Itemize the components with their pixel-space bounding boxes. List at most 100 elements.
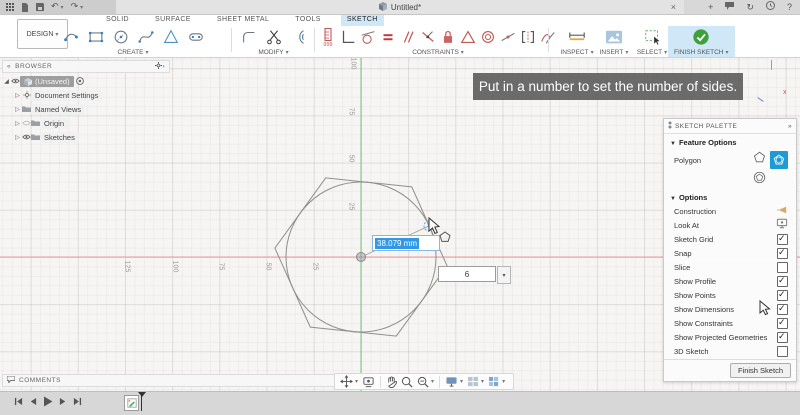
tab-sketch[interactable]: SKETCH (341, 14, 384, 26)
sketch-dimension-icon[interactable]: 999 (318, 26, 338, 48)
inspect-dropdown[interactable]: INSPECT (560, 49, 593, 56)
fillet-tool-icon[interactable] (236, 26, 261, 48)
radius-dimension-value[interactable]: 38.079 mm (375, 238, 419, 249)
modify-dropdown[interactable]: MODIFY (258, 49, 288, 56)
browser-header[interactable]: « BROWSER › (2, 60, 170, 73)
palette-option-3d-sketch[interactable]: 3D Sketch (664, 344, 796, 358)
slice-checkbox[interactable] (777, 262, 788, 273)
skip-to-end-icon[interactable] (73, 397, 82, 406)
concentric-constraint-icon[interactable] (478, 26, 498, 48)
trim-tool-icon[interactable] (261, 26, 286, 48)
browser-item-document-settings[interactable]: ▷ Document Settings (13, 89, 170, 102)
browser-item-origin[interactable]: ▷ Origin (13, 117, 170, 130)
eye-icon[interactable] (22, 134, 31, 142)
activate-radio-icon[interactable] (76, 77, 85, 87)
skip-to-start-icon[interactable] (14, 397, 23, 406)
show-points-checkbox[interactable] (777, 290, 788, 301)
group-finish-sketch[interactable]: FINISH SKETCH (668, 26, 735, 57)
palette-option-sketch-grid[interactable]: Sketch Grid (664, 232, 796, 246)
insert-image-icon[interactable] (602, 26, 627, 48)
collapsed-arrow-icon[interactable]: ▷ (13, 92, 22, 99)
show-constraints-checkbox[interactable] (777, 318, 788, 329)
browser-gear-icon[interactable] (155, 62, 162, 71)
show-dimensions-checkbox[interactable] (777, 304, 788, 315)
app-grid-icon[interactable] (6, 3, 14, 11)
browser-item-sketches[interactable]: ▷ Sketches (13, 131, 170, 144)
finish-sketch-button[interactable]: Finish Sketch (730, 363, 791, 378)
sides-spinner-icon[interactable]: ▾ (497, 266, 511, 284)
collapsed-arrow-icon[interactable]: ▷ (13, 120, 22, 127)
comments-header[interactable]: COMMENTS › (2, 374, 355, 387)
collapse-panel-icon[interactable]: « (7, 63, 11, 70)
tab-surface[interactable]: SURFACE (149, 14, 197, 26)
sketch-grid-checkbox[interactable] (777, 234, 788, 245)
perpendicular-constraint-icon[interactable] (338, 26, 358, 48)
sketch-palette-header[interactable]: SKETCH PALETTE » (664, 119, 796, 134)
comment-bubble-icon[interactable] (725, 0, 734, 14)
finish-sketch-dropdown[interactable]: FINISH SKETCH (674, 49, 729, 56)
pan-icon[interactable] (338, 374, 360, 389)
palette-option-look-at[interactable]: Look At (664, 218, 796, 232)
offset-tool-icon[interactable] (286, 26, 311, 48)
circle-tool-icon[interactable] (108, 26, 133, 48)
polygon-tool-icon[interactable] (158, 26, 183, 48)
grid-settings-icon[interactable] (465, 374, 486, 389)
midpoint-constraint-icon[interactable] (498, 26, 518, 48)
palette-option-snap[interactable]: Snap (664, 246, 796, 260)
constraints-dropdown[interactable]: CONSTRAINTS (412, 49, 464, 56)
orbit-icon[interactable] (360, 374, 377, 389)
sync-icon[interactable]: ↻ (746, 0, 754, 14)
clock-icon[interactable] (766, 0, 775, 14)
palette-option-show-profile[interactable]: Show Profile (664, 274, 796, 288)
timeline-sketch-feature-icon[interactable] (124, 395, 139, 411)
file-menu-icon[interactable] (21, 3, 29, 12)
new-tab-icon[interactable]: + (708, 0, 713, 14)
palette-option-show-projected-geometries[interactable]: Show Projected Geometries (664, 330, 796, 344)
3d-sketch-checkbox[interactable] (777, 346, 788, 357)
step-forward-icon[interactable] (59, 397, 67, 406)
show-projected-geometries-checkbox[interactable] (777, 332, 788, 343)
help-icon[interactable]: ? (787, 0, 792, 14)
step-back-icon[interactable] (29, 397, 37, 406)
line-tool-icon[interactable] (58, 26, 83, 48)
create-dropdown[interactable]: CREATE (118, 49, 149, 56)
save-icon[interactable] (36, 3, 44, 11)
palette-option-slice[interactable]: Slice (664, 260, 796, 274)
eye-icon[interactable] (11, 78, 20, 86)
undo-icon[interactable]: ↶ (51, 0, 64, 15)
palette-option-show-points[interactable]: Show Points (664, 288, 796, 302)
select-box-icon[interactable] (640, 26, 665, 48)
hand-pan-icon[interactable] (384, 374, 399, 389)
zoom-icon[interactable] (399, 374, 415, 389)
coincident-constraint-icon[interactable] (418, 26, 438, 48)
circumscribed-polygon-button[interactable] (770, 151, 788, 169)
select-dropdown[interactable]: SELECT (637, 49, 667, 56)
equal-constraint-icon[interactable] (378, 26, 398, 48)
slot-tool-icon[interactable] (183, 26, 208, 48)
tab-sheet-metal[interactable]: SHEET METAL (211, 14, 275, 26)
tangent-constraint-icon[interactable] (358, 26, 378, 48)
finish-sketch-check-icon[interactable] (689, 26, 714, 48)
parallel-constraint-icon[interactable] (398, 26, 418, 48)
edge-polygon-icon[interactable] (752, 170, 767, 190)
spline-tool-icon[interactable] (133, 26, 158, 48)
viewports-icon[interactable] (486, 374, 507, 389)
play-icon[interactable] (43, 396, 53, 407)
fix-lock-constraint-icon[interactable] (438, 26, 458, 48)
close-tab-icon[interactable]: × (671, 0, 676, 14)
snap-checkbox[interactable] (777, 248, 788, 259)
radius-dimension-input[interactable]: 38.079 mm (372, 235, 440, 251)
sides-count-input[interactable]: 6 (438, 266, 496, 282)
document-tab[interactable]: Untitled* × (116, 0, 684, 14)
rectangle-tool-icon[interactable] (83, 26, 108, 48)
palette-option-show-constraints[interactable]: Show Constraints (664, 316, 796, 330)
insert-dropdown[interactable]: INSERT (600, 49, 629, 56)
eye-dimmed-icon[interactable] (22, 120, 31, 128)
inspect-measure-icon[interactable] (565, 26, 590, 48)
expand-panel-icon[interactable]: › (162, 63, 165, 70)
browser-item-named-views[interactable]: ▷ Named Views (13, 103, 170, 116)
fit-zoom-window-icon[interactable] (415, 374, 436, 389)
collapsed-arrow-icon[interactable]: ▷ (13, 106, 22, 113)
tab-solid[interactable]: SOLID (100, 14, 135, 26)
feature-options-section[interactable]: ▼Feature Options (664, 134, 796, 149)
